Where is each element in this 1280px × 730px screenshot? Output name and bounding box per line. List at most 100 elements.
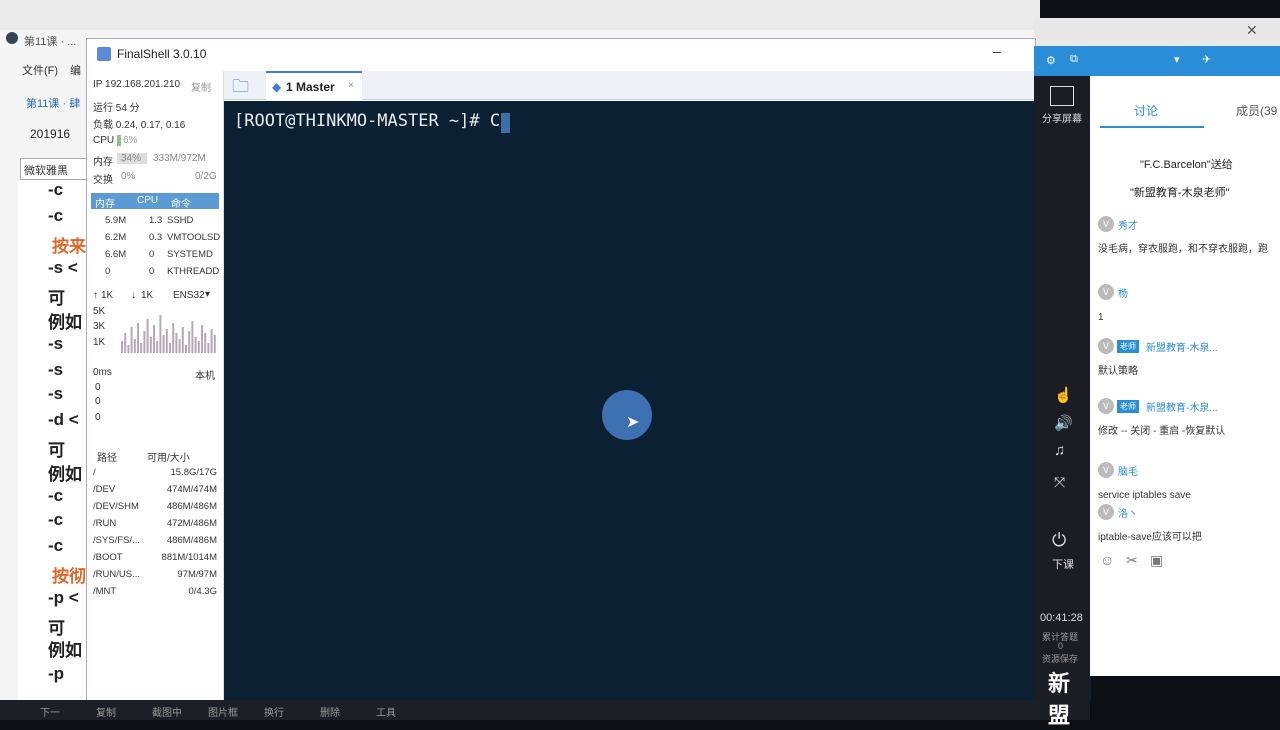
proc-header-cpu[interactable]: CPU bbox=[137, 195, 158, 206]
tab-master[interactable]: ◆ 1 Master × bbox=[266, 71, 362, 101]
tab-members[interactable]: 成员(39 bbox=[1236, 102, 1277, 119]
mouse-pointer-icon: ➤ bbox=[626, 414, 640, 431]
gift-line-2: "新盟教育-木泉老师" bbox=[1130, 187, 1230, 199]
avatar[interactable]: V bbox=[1098, 462, 1114, 478]
share-screen-icon[interactable] bbox=[1050, 86, 1074, 106]
tab-status-dot-icon: ◆ bbox=[272, 80, 282, 94]
doc-line: -c bbox=[48, 536, 64, 555]
bottom-toolbar-item[interactable]: 下一 bbox=[40, 704, 60, 719]
doc-line: 例如 bbox=[48, 465, 82, 484]
doc-line: -d < bbox=[48, 410, 79, 429]
volume-icon[interactable]: 🔊 bbox=[1054, 414, 1073, 432]
app-icon bbox=[6, 32, 18, 44]
bottom-toolbar-item[interactable]: 换行 bbox=[264, 704, 284, 719]
net-interface-select[interactable]: ENS32 bbox=[173, 290, 205, 301]
bottom-toolbar-item[interactable]: 图片框 bbox=[208, 704, 238, 719]
font-select[interactable]: 微软雅黑 bbox=[20, 158, 88, 180]
chat-username: 秀才 bbox=[1118, 220, 1138, 232]
tab-discussion[interactable]: 讨论 bbox=[1134, 102, 1158, 119]
network-bar bbox=[191, 321, 194, 353]
scissors-icon[interactable]: ✂ bbox=[1126, 552, 1138, 569]
finalshell-title: FinalShell 3.0.10 bbox=[117, 47, 207, 61]
avatar[interactable]: V bbox=[1098, 504, 1114, 520]
bottom-toolbar-item[interactable]: 截图中 bbox=[152, 704, 182, 719]
pin-icon[interactable]: ✈ bbox=[1202, 53, 1211, 66]
minimize-icon[interactable]: – bbox=[993, 43, 1001, 59]
folder-icon[interactable]: 🗀 bbox=[232, 74, 249, 103]
bottom-toolbar-item[interactable]: 复制 bbox=[96, 704, 116, 719]
network-bar bbox=[159, 315, 162, 353]
collapse-icon[interactable]: ⤧ bbox=[1054, 474, 1065, 491]
bottom-toolbar-item[interactable]: 工具 bbox=[376, 704, 396, 719]
network-bar bbox=[153, 325, 155, 353]
bottom-toolbar: 下一 复制 截图中 图片框 换行 删除 工具 bbox=[0, 700, 1040, 720]
settings-icon[interactable]: ⚙ bbox=[1046, 54, 1056, 67]
cpu-label: CPU bbox=[93, 135, 115, 146]
process-cmd: VMTOOLSD bbox=[167, 232, 221, 243]
net-scale-1k: 1K bbox=[93, 337, 106, 348]
discussion-panel: 讨论 成员(39 "F.C.Barcelon"送给 "新盟教育-木泉老师" V秀… bbox=[1090, 76, 1280, 676]
process-cpu: 1.3 bbox=[149, 215, 163, 226]
bg-menu-file[interactable]: 文件(F) bbox=[22, 62, 58, 78]
disk-size: 472M/486M bbox=[166, 518, 217, 529]
proc-header-cmd[interactable]: 命令 bbox=[171, 195, 191, 210]
uptime: 运行 54 分 bbox=[93, 103, 140, 114]
stat-value: 0 bbox=[1058, 641, 1064, 651]
chat-message-header: V 脑毛 bbox=[1098, 462, 1138, 478]
chat-message-text: iptable-save应该可以把 bbox=[1098, 532, 1202, 543]
chat-username: 新盟教育-木泉... bbox=[1146, 342, 1218, 354]
network-bar bbox=[213, 335, 216, 353]
chat-message-header: V杨 bbox=[1098, 284, 1128, 300]
chevron-down-icon[interactable]: ▾ bbox=[205, 289, 210, 300]
close-icon[interactable]: ✕ bbox=[1246, 22, 1258, 39]
swap-percent: 0% bbox=[121, 171, 136, 182]
music-icon[interactable]: ♫ bbox=[1054, 442, 1065, 459]
load-average: 负载 0.24, 0.17, 0.16 bbox=[93, 120, 186, 131]
process-mem: 6.2M bbox=[105, 232, 127, 243]
avatar[interactable]: V bbox=[1098, 216, 1114, 232]
document-body: -c -c 按来 -s < 可例如 -s -s -s -d < 可例如 -c -c -c 按彻 -p < 可例… bbox=[18, 180, 88, 700]
bottom-toolbar-item[interactable]: 删除 bbox=[320, 704, 340, 719]
terminal-caret bbox=[501, 113, 510, 133]
net-scale-3k: 3K bbox=[93, 321, 106, 332]
net-up: 1K bbox=[101, 290, 114, 301]
external-icon[interactable]: ⧉ bbox=[1070, 53, 1078, 66]
copy-ip-button[interactable]: 复制 bbox=[191, 79, 211, 94]
doc-line: 按来 bbox=[52, 237, 86, 256]
end-class-button[interactable]: 下课 bbox=[1052, 556, 1074, 572]
avatar[interactable]: V bbox=[1098, 284, 1114, 300]
network-bar bbox=[178, 339, 181, 353]
hand-icon[interactable]: ☝ bbox=[1054, 386, 1073, 404]
dropdown-icon[interactable]: ▾ bbox=[1174, 53, 1180, 66]
avatar[interactable]: V bbox=[1098, 398, 1114, 414]
share-screen-label[interactable]: 分享屏幕 bbox=[1042, 110, 1082, 125]
image-icon[interactable]: ▣ bbox=[1150, 552, 1163, 569]
chat-message-header: V 洛丶 bbox=[1098, 504, 1138, 520]
chat-username: 新盟教育-木泉... bbox=[1146, 402, 1218, 414]
net-down-icon: ↓ bbox=[131, 290, 136, 301]
disk-size: 474M/474M bbox=[166, 484, 217, 495]
terminal[interactable]: [ROOT@THINKMO-MASTER ~]# CD bbox=[224, 101, 1091, 701]
net-down: 1K bbox=[141, 290, 154, 301]
avatar[interactable]: V bbox=[1098, 338, 1114, 354]
disk-path: /BOOT bbox=[93, 552, 123, 563]
doc-line: -c bbox=[48, 510, 64, 529]
network-graph bbox=[121, 315, 216, 353]
emoji-icon[interactable]: ☺ bbox=[1100, 552, 1114, 568]
bg-menu-edit[interactable]: 编 bbox=[70, 62, 81, 78]
latency-host: 本机 bbox=[195, 371, 215, 382]
chat-message-header: V 秀才 bbox=[1098, 216, 1138, 232]
chat-username: 洛丶 bbox=[1118, 508, 1138, 520]
proc-header-mem[interactable]: 内存 bbox=[95, 195, 115, 210]
chat-message-text: 默认策略 bbox=[1098, 366, 1138, 377]
chat-username: 脑毛 bbox=[1118, 466, 1138, 478]
power-icon[interactable]: ⏻ bbox=[1052, 530, 1066, 551]
class-timer: 00:41:28 bbox=[1040, 612, 1083, 624]
bg-breadcrumb[interactable]: 第11课 · 肆 bbox=[26, 95, 80, 111]
disk-size: 97M/97M bbox=[177, 569, 217, 580]
finalshell-window: FinalShell 3.0.10 – IP 192.168.201.210 复… bbox=[86, 38, 1091, 702]
tab-indicator bbox=[1100, 126, 1204, 128]
disk-size: 0/4.3G bbox=[188, 586, 217, 597]
tab-close-icon[interactable]: × bbox=[348, 80, 354, 91]
network-bar bbox=[210, 329, 213, 353]
